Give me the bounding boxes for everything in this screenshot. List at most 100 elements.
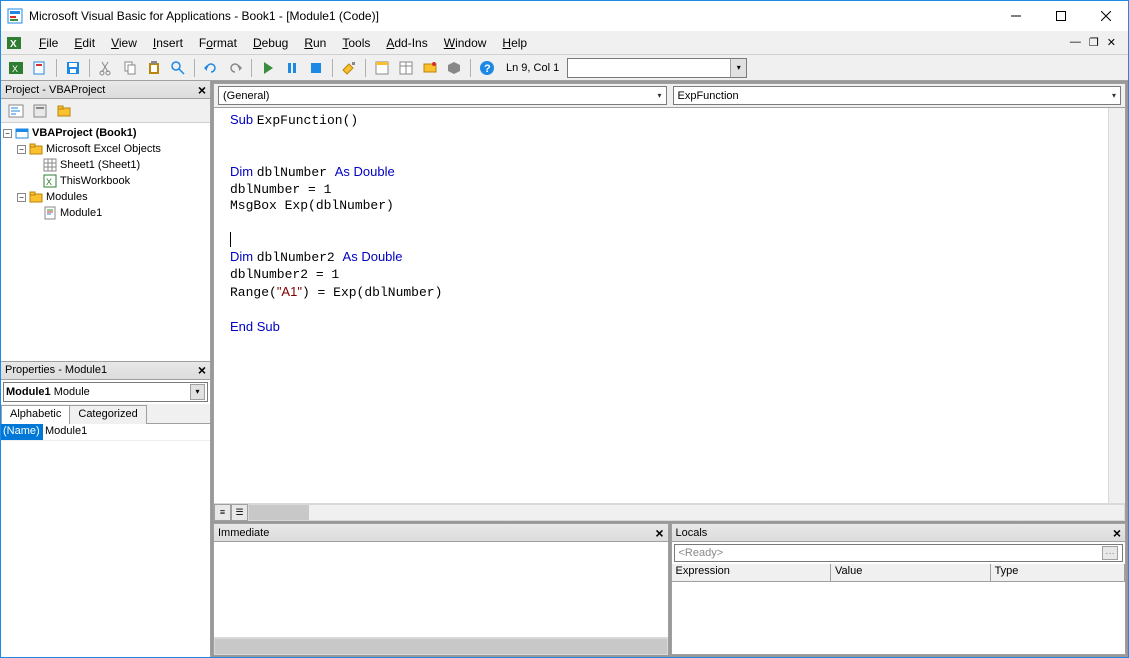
chevron-down-icon: ▾	[657, 91, 661, 100]
menu-file[interactable]: File	[31, 34, 66, 52]
toolbar-combo[interactable]: ▾	[567, 58, 747, 78]
tree-excel-objects[interactable]: Microsoft Excel Objects	[46, 143, 161, 155]
locals-close-button[interactable]: ×	[1113, 526, 1121, 540]
menu-run[interactable]: Run	[296, 34, 334, 52]
menu-format[interactable]: Format	[191, 34, 245, 52]
full-module-view-button[interactable]: ☰	[231, 504, 248, 521]
tree-modules-folder[interactable]: Modules	[46, 191, 88, 203]
redo-button[interactable]	[224, 57, 246, 79]
view-excel-button[interactable]: X	[5, 57, 27, 79]
properties-object-type: Module	[54, 386, 90, 398]
tree-sheet1[interactable]: Sheet1 (Sheet1)	[60, 159, 140, 171]
toggle-folders-button[interactable]	[53, 100, 75, 122]
cursor-position: Ln 9, Col 1	[506, 62, 559, 74]
vertical-scrollbar[interactable]	[1108, 108, 1125, 503]
locals-context: <Ready>…	[674, 544, 1124, 562]
properties-pane-title: Properties - Module1 ×	[1, 362, 210, 380]
menu-addins[interactable]: Add-Ins	[378, 34, 435, 52]
locals-window: Locals × <Ready>… Expression Value Type	[671, 523, 1127, 655]
undo-button[interactable]	[200, 57, 222, 79]
tree-collapse-icon[interactable]: −	[17, 193, 26, 202]
property-value-cell[interactable]: Module1	[43, 424, 210, 440]
properties-window-button[interactable]	[395, 57, 417, 79]
tree-project-root[interactable]: VBAProject (Book1)	[32, 127, 137, 139]
close-button[interactable]	[1083, 1, 1128, 31]
standard-toolbar: X ? Ln 9, Col 1 ▾	[1, 55, 1128, 81]
app-icon	[7, 8, 23, 24]
project-toolbar	[1, 99, 210, 123]
module-icon	[43, 206, 57, 220]
locals-header: Expression Value Type	[672, 564, 1126, 582]
immediate-scrollbar[interactable]	[214, 638, 668, 655]
properties-tabs: Alphabetic Categorized	[1, 404, 210, 424]
code-editor[interactable]: Sub ExpFunction() Dim dblNumber As Doubl…	[214, 108, 1125, 503]
menu-view[interactable]: View	[103, 34, 145, 52]
code-window: (General)▾ ExpFunction▾ Sub ExpFunction(…	[213, 83, 1126, 521]
copy-button[interactable]	[119, 57, 141, 79]
break-button[interactable]	[281, 57, 303, 79]
menu-debug[interactable]: Debug	[245, 34, 296, 52]
immediate-close-button[interactable]: ×	[655, 526, 663, 540]
properties-object-selector[interactable]: Module1 Module ▾	[3, 382, 208, 402]
procedure-view-button[interactable]: ≡	[214, 504, 231, 521]
project-pane-close-button[interactable]: ×	[198, 83, 206, 97]
procedure-combo-value: ExpFunction	[678, 90, 739, 102]
view-code-button[interactable]	[5, 100, 27, 122]
menu-help[interactable]: Help	[494, 34, 535, 52]
project-explorer-button[interactable]	[371, 57, 393, 79]
maximize-button[interactable]	[1038, 1, 1083, 31]
locals-col-value[interactable]: Value	[831, 564, 991, 581]
locals-callstack-button[interactable]: …	[1102, 546, 1118, 560]
cut-button[interactable]	[95, 57, 117, 79]
object-combo[interactable]: (General)▾	[218, 86, 667, 105]
properties-grid[interactable]: (Name) Module1	[1, 424, 210, 658]
mdi-minimize-button[interactable]: —	[1068, 36, 1083, 49]
properties-object-name: Module1	[6, 386, 51, 398]
svg-text:X: X	[10, 39, 17, 50]
tree-collapse-icon[interactable]: −	[17, 145, 26, 154]
tab-categorized[interactable]: Categorized	[69, 405, 146, 424]
tree-thisworkbook[interactable]: ThisWorkbook	[60, 175, 130, 187]
project-tree[interactable]: −VBAProject (Book1) −Microsoft Excel Obj…	[1, 123, 210, 362]
property-row: (Name) Module1	[1, 424, 210, 441]
menu-tools[interactable]: Tools	[334, 34, 378, 52]
tab-alphabetic[interactable]: Alphabetic	[1, 405, 70, 424]
tree-collapse-icon[interactable]: −	[3, 129, 12, 138]
project-pane-title: Project - VBAProject ×	[1, 81, 210, 99]
view-object-button[interactable]	[29, 100, 51, 122]
design-mode-button[interactable]	[338, 57, 360, 79]
mdi-restore-button[interactable]: ❐	[1087, 36, 1101, 49]
locals-col-type[interactable]: Type	[991, 564, 1125, 581]
workbook-icon: X	[43, 174, 57, 188]
horizontal-scrollbar[interactable]	[248, 504, 1125, 521]
tree-module1[interactable]: Module1	[60, 207, 102, 219]
excel-icon[interactable]: X	[5, 34, 23, 52]
find-button[interactable]	[167, 57, 189, 79]
mdi-close-button[interactable]: ✕	[1105, 36, 1118, 49]
object-browser-button[interactable]	[419, 57, 441, 79]
procedure-combo[interactable]: ExpFunction▾	[673, 86, 1122, 105]
save-button[interactable]	[62, 57, 84, 79]
menu-window[interactable]: Window	[436, 34, 495, 52]
window-titlebar: Microsoft Visual Basic for Applications …	[1, 1, 1128, 31]
reset-button[interactable]	[305, 57, 327, 79]
menu-edit[interactable]: Edit	[66, 34, 103, 52]
paste-button[interactable]	[143, 57, 165, 79]
toolbox-button[interactable]	[443, 57, 465, 79]
mdi-window-controls: — ❐ ✕	[1068, 36, 1124, 49]
minimize-button[interactable]	[993, 1, 1038, 31]
insert-module-button[interactable]	[29, 57, 51, 79]
run-button[interactable]	[257, 57, 279, 79]
property-name-cell[interactable]: (Name)	[1, 424, 43, 440]
menu-insert[interactable]: Insert	[145, 34, 191, 52]
code-bottom-bar: ≡ ☰	[214, 503, 1125, 520]
locals-title: Locals	[676, 527, 708, 539]
properties-pane-close-button[interactable]: ×	[198, 363, 206, 377]
locals-body[interactable]	[672, 582, 1126, 654]
chevron-down-icon: ▾	[730, 59, 746, 77]
properties-pane-label: Properties - Module1	[5, 364, 107, 376]
immediate-input[interactable]	[214, 542, 668, 637]
folder-icon	[29, 190, 43, 204]
help-button[interactable]: ?	[476, 57, 498, 79]
locals-col-expression[interactable]: Expression	[672, 564, 832, 581]
